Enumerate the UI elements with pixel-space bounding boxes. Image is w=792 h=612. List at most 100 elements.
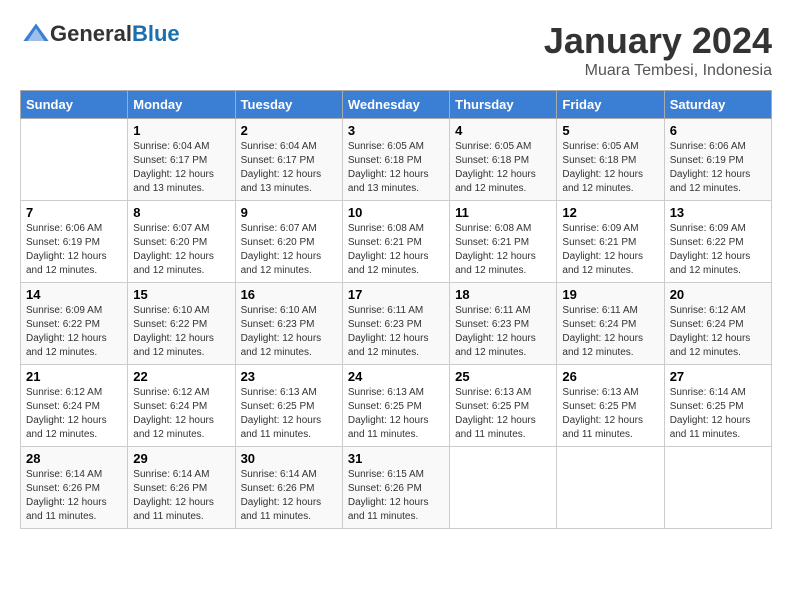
sunset-text: Sunset: 6:17 PM xyxy=(241,155,315,166)
sunset-text: Sunset: 6:25 PM xyxy=(455,401,529,412)
sunset-text: Sunset: 6:26 PM xyxy=(348,483,422,494)
calendar-cell: 31 Sunrise: 6:15 AM Sunset: 6:26 PM Dayl… xyxy=(342,447,449,529)
calendar-header-saturday: Saturday xyxy=(664,91,771,119)
calendar-cell: 4 Sunrise: 6:05 AM Sunset: 6:18 PM Dayli… xyxy=(450,119,557,201)
day-info: Sunrise: 6:10 AM Sunset: 6:23 PM Dayligh… xyxy=(241,304,337,360)
day-number: 31 xyxy=(348,451,444,466)
sunset-text: Sunset: 6:18 PM xyxy=(455,155,529,166)
daylight-text: Daylight: 12 hours and 12 minutes. xyxy=(562,333,643,358)
day-info: Sunrise: 6:04 AM Sunset: 6:17 PM Dayligh… xyxy=(133,140,229,196)
calendar-cell: 22 Sunrise: 6:12 AM Sunset: 6:24 PM Dayl… xyxy=(128,365,235,447)
daylight-text: Daylight: 12 hours and 11 minutes. xyxy=(670,415,751,440)
day-info: Sunrise: 6:14 AM Sunset: 6:26 PM Dayligh… xyxy=(241,468,337,524)
sunrise-text: Sunrise: 6:13 AM xyxy=(455,387,531,398)
logo-general-text: General xyxy=(50,21,132,46)
day-number: 26 xyxy=(562,369,658,384)
daylight-text: Daylight: 12 hours and 12 minutes. xyxy=(562,169,643,194)
day-number: 12 xyxy=(562,205,658,220)
sunrise-text: Sunrise: 6:09 AM xyxy=(670,223,746,234)
calendar-header-row: SundayMondayTuesdayWednesdayThursdayFrid… xyxy=(21,91,772,119)
day-info: Sunrise: 6:11 AM Sunset: 6:24 PM Dayligh… xyxy=(562,304,658,360)
sunrise-text: Sunrise: 6:14 AM xyxy=(670,387,746,398)
daylight-text: Daylight: 12 hours and 11 minutes. xyxy=(348,497,429,522)
sunrise-text: Sunrise: 6:12 AM xyxy=(133,387,209,398)
sunset-text: Sunset: 6:22 PM xyxy=(133,319,207,330)
sunrise-text: Sunrise: 6:08 AM xyxy=(455,223,531,234)
sunset-text: Sunset: 6:24 PM xyxy=(26,401,100,412)
daylight-text: Daylight: 12 hours and 12 minutes. xyxy=(241,251,322,276)
calendar-week-row: 1 Sunrise: 6:04 AM Sunset: 6:17 PM Dayli… xyxy=(21,119,772,201)
daylight-text: Daylight: 12 hours and 12 minutes. xyxy=(455,251,536,276)
daylight-text: Daylight: 12 hours and 12 minutes. xyxy=(455,169,536,194)
sunset-text: Sunset: 6:19 PM xyxy=(670,155,744,166)
day-info: Sunrise: 6:05 AM Sunset: 6:18 PM Dayligh… xyxy=(455,140,551,196)
sunset-text: Sunset: 6:23 PM xyxy=(241,319,315,330)
day-number: 29 xyxy=(133,451,229,466)
daylight-text: Daylight: 12 hours and 12 minutes. xyxy=(670,251,751,276)
day-number: 11 xyxy=(455,205,551,220)
sunset-text: Sunset: 6:21 PM xyxy=(562,237,636,248)
calendar-cell: 13 Sunrise: 6:09 AM Sunset: 6:22 PM Dayl… xyxy=(664,201,771,283)
day-info: Sunrise: 6:09 AM Sunset: 6:22 PM Dayligh… xyxy=(670,222,766,278)
sunset-text: Sunset: 6:25 PM xyxy=(670,401,744,412)
calendar-cell: 5 Sunrise: 6:05 AM Sunset: 6:18 PM Dayli… xyxy=(557,119,664,201)
sunrise-text: Sunrise: 6:10 AM xyxy=(133,305,209,316)
calendar-cell: 3 Sunrise: 6:05 AM Sunset: 6:18 PM Dayli… xyxy=(342,119,449,201)
sunset-text: Sunset: 6:20 PM xyxy=(133,237,207,248)
day-number: 21 xyxy=(26,369,122,384)
daylight-text: Daylight: 12 hours and 12 minutes. xyxy=(26,251,107,276)
calendar-week-row: 14 Sunrise: 6:09 AM Sunset: 6:22 PM Dayl… xyxy=(21,283,772,365)
day-number: 15 xyxy=(133,287,229,302)
calendar-header-wednesday: Wednesday xyxy=(342,91,449,119)
day-number: 17 xyxy=(348,287,444,302)
day-info: Sunrise: 6:07 AM Sunset: 6:20 PM Dayligh… xyxy=(241,222,337,278)
calendar-cell: 14 Sunrise: 6:09 AM Sunset: 6:22 PM Dayl… xyxy=(21,283,128,365)
sunset-text: Sunset: 6:23 PM xyxy=(348,319,422,330)
sunrise-text: Sunrise: 6:05 AM xyxy=(562,141,638,152)
sunset-text: Sunset: 6:25 PM xyxy=(348,401,422,412)
day-info: Sunrise: 6:04 AM Sunset: 6:17 PM Dayligh… xyxy=(241,140,337,196)
calendar-cell: 18 Sunrise: 6:11 AM Sunset: 6:23 PM Dayl… xyxy=(450,283,557,365)
calendar-cell: 24 Sunrise: 6:13 AM Sunset: 6:25 PM Dayl… xyxy=(342,365,449,447)
calendar-cell: 8 Sunrise: 6:07 AM Sunset: 6:20 PM Dayli… xyxy=(128,201,235,283)
sunset-text: Sunset: 6:21 PM xyxy=(348,237,422,248)
day-number: 8 xyxy=(133,205,229,220)
calendar-header-sunday: Sunday xyxy=(21,91,128,119)
daylight-text: Daylight: 12 hours and 11 minutes. xyxy=(26,497,107,522)
sunrise-text: Sunrise: 6:10 AM xyxy=(241,305,317,316)
day-number: 1 xyxy=(133,123,229,138)
sunrise-text: Sunrise: 6:14 AM xyxy=(133,469,209,480)
day-info: Sunrise: 6:11 AM Sunset: 6:23 PM Dayligh… xyxy=(348,304,444,360)
calendar-cell: 20 Sunrise: 6:12 AM Sunset: 6:24 PM Dayl… xyxy=(664,283,771,365)
sunrise-text: Sunrise: 6:13 AM xyxy=(241,387,317,398)
daylight-text: Daylight: 12 hours and 12 minutes. xyxy=(562,251,643,276)
calendar-cell: 23 Sunrise: 6:13 AM Sunset: 6:25 PM Dayl… xyxy=(235,365,342,447)
calendar-cell xyxy=(450,447,557,529)
day-number: 19 xyxy=(562,287,658,302)
sunset-text: Sunset: 6:22 PM xyxy=(26,319,100,330)
sunrise-text: Sunrise: 6:09 AM xyxy=(562,223,638,234)
sunset-text: Sunset: 6:18 PM xyxy=(562,155,636,166)
daylight-text: Daylight: 12 hours and 11 minutes. xyxy=(562,415,643,440)
calendar-cell: 30 Sunrise: 6:14 AM Sunset: 6:26 PM Dayl… xyxy=(235,447,342,529)
day-info: Sunrise: 6:13 AM Sunset: 6:25 PM Dayligh… xyxy=(241,386,337,442)
day-number: 25 xyxy=(455,369,551,384)
day-number: 3 xyxy=(348,123,444,138)
day-number: 9 xyxy=(241,205,337,220)
daylight-text: Daylight: 12 hours and 11 minutes. xyxy=(133,497,214,522)
sunrise-text: Sunrise: 6:07 AM xyxy=(241,223,317,234)
sunrise-text: Sunrise: 6:14 AM xyxy=(241,469,317,480)
sunset-text: Sunset: 6:18 PM xyxy=(348,155,422,166)
day-number: 2 xyxy=(241,123,337,138)
calendar-cell: 7 Sunrise: 6:06 AM Sunset: 6:19 PM Dayli… xyxy=(21,201,128,283)
calendar-cell: 19 Sunrise: 6:11 AM Sunset: 6:24 PM Dayl… xyxy=(557,283,664,365)
sunset-text: Sunset: 6:20 PM xyxy=(241,237,315,248)
logo-blue-text: Blue xyxy=(132,21,180,46)
calendar-cell: 29 Sunrise: 6:14 AM Sunset: 6:26 PM Dayl… xyxy=(128,447,235,529)
day-number: 13 xyxy=(670,205,766,220)
daylight-text: Daylight: 12 hours and 12 minutes. xyxy=(455,333,536,358)
daylight-text: Daylight: 12 hours and 11 minutes. xyxy=(348,415,429,440)
calendar-cell: 25 Sunrise: 6:13 AM Sunset: 6:25 PM Dayl… xyxy=(450,365,557,447)
day-info: Sunrise: 6:13 AM Sunset: 6:25 PM Dayligh… xyxy=(562,386,658,442)
day-info: Sunrise: 6:13 AM Sunset: 6:25 PM Dayligh… xyxy=(455,386,551,442)
